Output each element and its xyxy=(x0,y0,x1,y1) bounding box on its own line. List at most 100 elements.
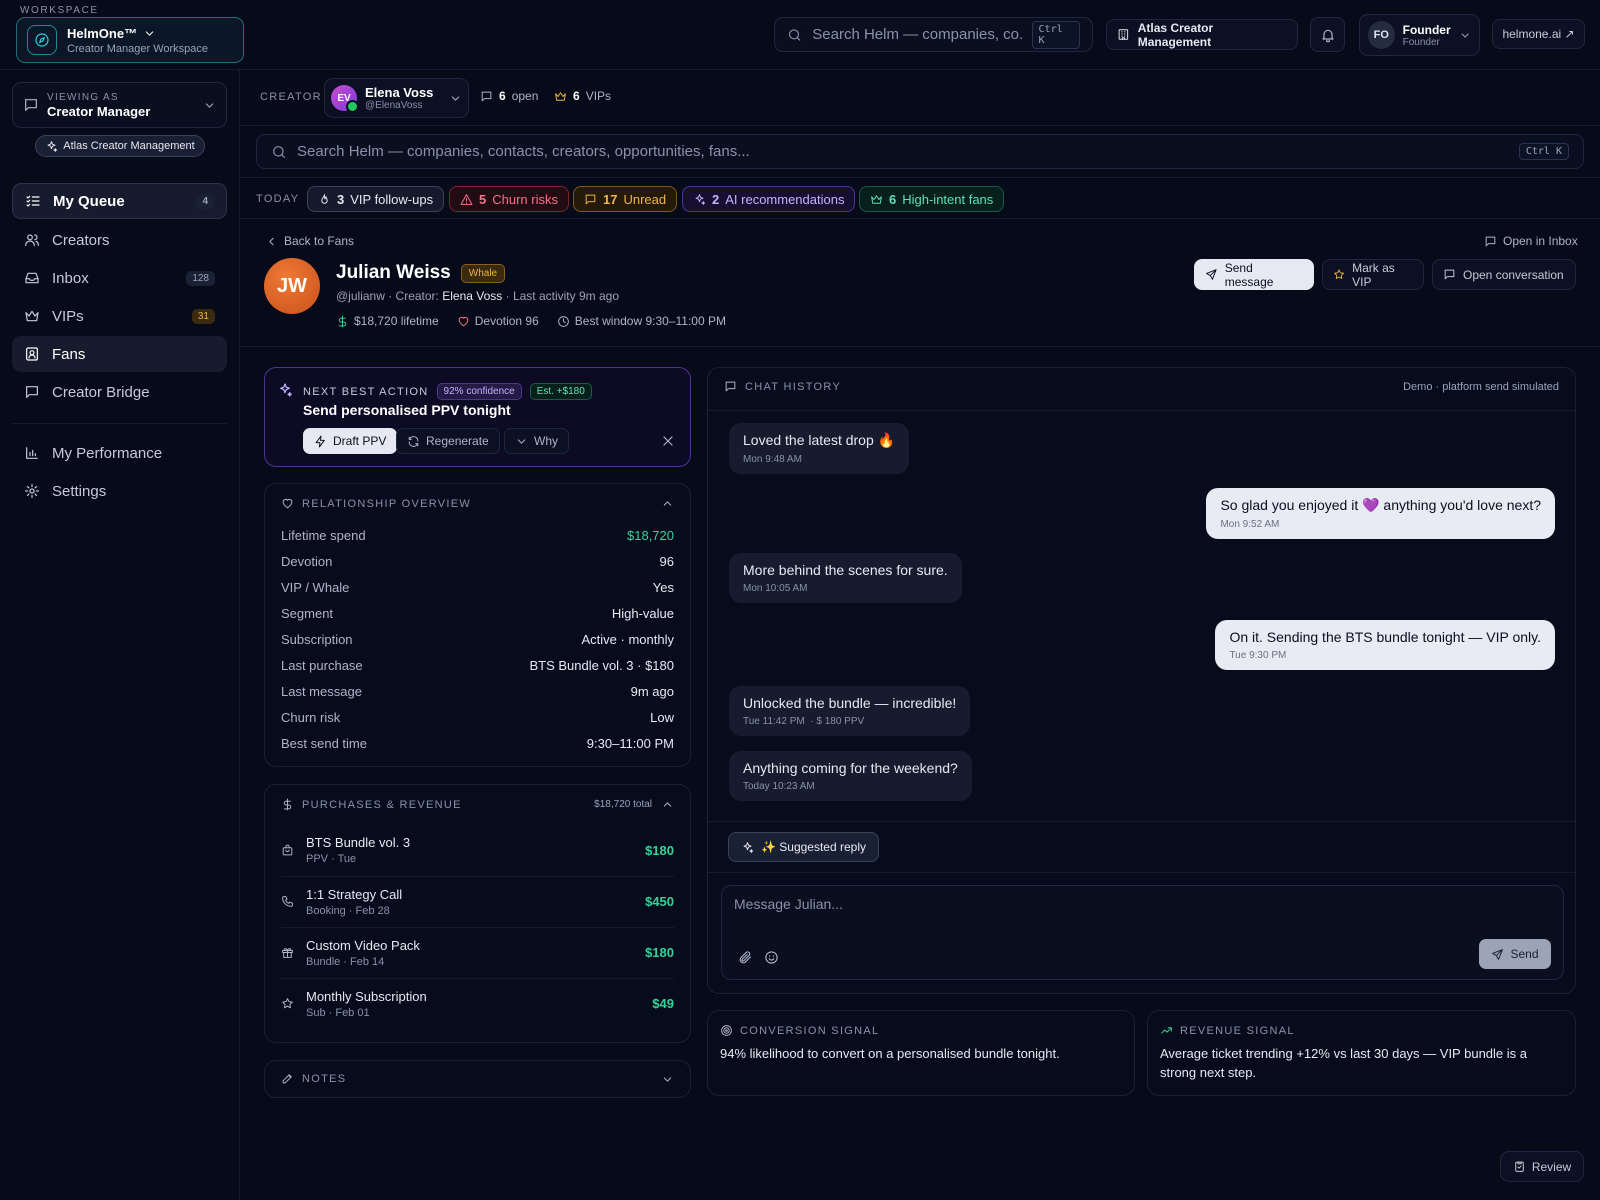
chip-churn-risks[interactable]: 5 Churn risks xyxy=(449,186,569,212)
vip-stat[interactable]: 6 VIPs xyxy=(554,89,611,103)
sidebar-item-fans[interactable]: Fans xyxy=(12,336,227,372)
chevron-down-icon xyxy=(451,95,460,101)
viewing-as-selector[interactable]: VIEWING AS Creator Manager xyxy=(12,82,227,128)
chevron-down-icon[interactable] xyxy=(661,1073,674,1086)
trending-up-icon xyxy=(1161,1027,1172,1034)
gear-icon xyxy=(25,484,39,498)
send-message-button[interactable]: Send message xyxy=(1194,259,1314,290)
purchases-header[interactable]: PURCHASES & REVENUE xyxy=(281,798,462,811)
kv-value: BTS Bundle vol. 3 · $180 xyxy=(529,658,674,673)
sidebar-item-creator-bridge[interactable]: Creator Bridge xyxy=(12,374,227,410)
notes-card[interactable]: NOTES xyxy=(264,1060,691,1098)
open-count: 6 xyxy=(499,89,506,103)
regenerate-button[interactable]: Regenerate xyxy=(396,428,500,454)
purchase-sub: Bundle · Feb 14 xyxy=(306,955,385,968)
sidebar-item-label: My Queue xyxy=(53,192,125,210)
chip-ai-recommendations[interactable]: 2 AI recommendations xyxy=(682,186,856,212)
purchase-row[interactable]: Custom Video Pack Bundle · Feb 14 $180 xyxy=(281,927,674,977)
open-conversation-button[interactable]: Open conversation xyxy=(1432,259,1576,290)
sidebar-divider xyxy=(12,423,227,424)
heart-icon xyxy=(458,316,469,326)
open-in-inbox-link[interactable]: Open in Inbox xyxy=(1484,234,1578,248)
nba-label: NEXT BEST ACTION xyxy=(303,385,429,398)
send-icon xyxy=(1492,948,1504,960)
fan-avatar: JW xyxy=(264,258,320,314)
kv-key: Lifetime spend xyxy=(281,528,366,543)
nba-header: NEXT BEST ACTION 92% confidence Est. +$1… xyxy=(303,383,592,400)
message-time: Tue 11:42 PM xyxy=(743,716,805,727)
org-button[interactable]: Atlas Creator Management xyxy=(1106,19,1298,50)
chip-vip-followups[interactable]: 3 VIP follow-ups xyxy=(307,186,445,212)
inbox-icon xyxy=(25,272,39,284)
sidebar-item-label: Creator Bridge xyxy=(52,383,150,401)
chip-high-intent-fans[interactable]: 6 High-intent fans xyxy=(859,186,1005,212)
fan-title: Julian Weiss Whale xyxy=(336,262,506,284)
purchase-row[interactable]: Monthly Subscription Sub · Feb 01 $49 xyxy=(281,978,674,1028)
sidebar-item-inbox[interactable]: Inbox 128 xyxy=(12,260,227,296)
message-text: On it. Sending the BTS bundle tonight — … xyxy=(1229,629,1541,645)
sidebar-item-my-queue[interactable]: My Queue 4 xyxy=(12,183,227,219)
why-button[interactable]: Why xyxy=(504,428,569,454)
relationship-title: RELATIONSHIP OVERVIEW xyxy=(302,497,472,510)
kv-value: Active · monthly xyxy=(581,632,674,647)
chevron-up-icon[interactable] xyxy=(661,497,674,510)
suggested-reply-button[interactable]: ✨ Suggested reply xyxy=(728,832,879,862)
send-button[interactable]: Send xyxy=(1479,939,1551,969)
chip-unread[interactable]: 17 Unread xyxy=(573,186,678,212)
purchases-total: $18,720 total xyxy=(594,799,652,810)
workspace-switcher[interactable]: HelmOne™ Creator Manager Workspace xyxy=(16,17,244,63)
sidebar-item-label: Settings xyxy=(52,482,107,500)
crown-icon xyxy=(555,91,566,101)
review-button[interactable]: Review xyxy=(1500,1151,1584,1182)
draft-ppv-label: Draft PPV xyxy=(333,434,387,448)
sparkles-icon xyxy=(695,193,706,205)
chat-header: CHAT HISTORY xyxy=(724,380,841,393)
workspace-name: HelmOne™ xyxy=(67,25,138,41)
viewing-as-label: VIEWING AS xyxy=(47,91,119,103)
paperclip-icon[interactable] xyxy=(738,950,753,965)
notifications-button[interactable] xyxy=(1310,17,1345,52)
purchase-row[interactable]: BTS Bundle vol. 3 PPV · Tue $180 xyxy=(281,825,674,875)
gift-icon xyxy=(282,948,293,958)
clipboard-icon xyxy=(1515,1161,1524,1172)
sidebar-item-creators[interactable]: Creators xyxy=(12,222,227,258)
external-site-link[interactable]: helmone.ai ↗ xyxy=(1492,19,1585,49)
composer-placeholder: Message Julian... xyxy=(734,896,843,912)
creator-selector[interactable]: EV Elena Voss @ElenaVoss xyxy=(324,78,469,118)
emoji-icon[interactable] xyxy=(764,950,779,965)
user-menu[interactable]: FO Founder Founder xyxy=(1359,14,1480,56)
purchase-row[interactable]: 1:1 Strategy Call Booking · Feb 28 $450 xyxy=(281,876,674,926)
open-conversations-stat[interactable]: 6 open xyxy=(480,89,538,103)
message-composer[interactable]: Message Julian... Send xyxy=(721,885,1564,980)
close-icon[interactable] xyxy=(660,433,676,449)
relationship-header[interactable]: RELATIONSHIP OVERVIEW xyxy=(281,497,471,510)
sidebar-item-vips[interactable]: VIPs 31 xyxy=(12,298,227,334)
heart-icon xyxy=(282,498,293,509)
creator-handle: @ElenaVoss xyxy=(365,100,423,111)
mark-as-vip-button[interactable]: Mark as VIP xyxy=(1322,259,1424,290)
chevron-left-icon xyxy=(269,237,274,245)
kv-key: Subscription xyxy=(281,632,353,647)
star-icon xyxy=(1334,269,1344,279)
draft-ppv-button[interactable]: Draft PPV xyxy=(303,428,398,454)
contact-icon xyxy=(26,347,38,361)
flame-icon xyxy=(321,193,328,204)
sidebar-item-label: Creators xyxy=(52,231,110,249)
message-time: Mon 9:52 AM xyxy=(1220,519,1280,530)
back-to-fans-link[interactable]: Back to Fans xyxy=(265,234,354,248)
kv-key: Segment xyxy=(281,606,334,621)
org-name: Atlas Creator Management xyxy=(1137,20,1214,49)
chevron-up-icon[interactable] xyxy=(661,798,674,811)
message-text: Unlocked the bundle — incredible! xyxy=(743,695,957,711)
send-icon xyxy=(1206,269,1217,280)
chevron-down-icon xyxy=(1461,32,1469,38)
message-time: Mon 9:48 AM xyxy=(743,454,802,465)
top-search-input[interactable]: Search Helm — companies, co... Ctrl K xyxy=(774,17,1093,52)
sidebar-item-settings[interactable]: Settings xyxy=(12,473,227,509)
sparkles-icon xyxy=(743,841,754,853)
bar-chart-icon xyxy=(26,447,38,459)
send-label: Send xyxy=(1510,947,1539,961)
main-search-input[interactable]: Search Helm — companies, contacts, creat… xyxy=(256,134,1584,169)
sidebar-item-my-performance[interactable]: My Performance xyxy=(12,435,227,471)
next-best-action-card: NEXT BEST ACTION 92% confidence Est. +$1… xyxy=(264,367,691,467)
